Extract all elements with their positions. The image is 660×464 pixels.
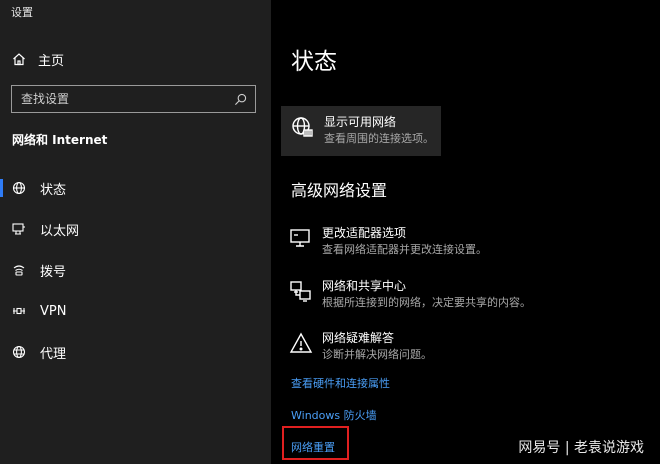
warning-icon [289, 331, 313, 359]
windows-firewall-link[interactable]: Windows 防火墙 [291, 407, 377, 423]
globe-status-icon [12, 181, 26, 195]
option-desc: 根据所连接到的网络，决定要共享的内容。 [322, 296, 531, 309]
highlight-box [282, 426, 349, 460]
vpn-icon [12, 304, 26, 318]
network-sharing-center[interactable]: 网络和共享中心 根据所连接到的网络，决定要共享的内容。 [289, 279, 531, 310]
proxy-globe-icon [12, 345, 26, 359]
sidebar-item-dialup[interactable]: 拨号 [0, 256, 271, 284]
watermark: 网易号 | 老袁说游戏 [518, 440, 644, 456]
globe-network-icon [290, 115, 314, 143]
sidebar-item-label: 以太网 [40, 223, 80, 239]
page-title: 状态 [291, 49, 337, 75]
sidebar: 设置 主页 网络和 Internet 状态 [0, 0, 271, 464]
home-label: 主页 [38, 53, 65, 69]
show-networks-title: 显示可用网络 [324, 115, 397, 129]
option-desc: 诊断并解决网络问题。 [322, 348, 432, 361]
option-title: 网络和共享中心 [322, 279, 407, 293]
hardware-properties-link[interactable]: 查看硬件和连接属性 [291, 375, 390, 391]
section-label: 网络和 Internet [12, 133, 108, 147]
sidebar-item-label: 拨号 [40, 264, 67, 280]
sharing-center-icon [289, 279, 313, 307]
option-desc: 查看网络适配器并更改连接设置。 [322, 243, 487, 256]
sidebar-item-proxy[interactable]: 代理 [0, 338, 271, 366]
sidebar-item-status[interactable]: 状态 [0, 174, 271, 202]
search-icon[interactable] [234, 93, 247, 106]
option-title: 网络疑难解答 [322, 331, 395, 345]
search-box[interactable] [11, 85, 256, 113]
search-input[interactable] [21, 92, 234, 106]
sidebar-item-vpn[interactable]: VPN [0, 297, 271, 325]
advanced-heading: 高级网络设置 [291, 181, 388, 200]
dialup-icon [12, 263, 26, 277]
sidebar-item-ethernet[interactable]: 以太网 [0, 215, 271, 243]
option-title: 更改适配器选项 [322, 226, 407, 240]
ethernet-icon [12, 222, 26, 236]
network-troubleshooter[interactable]: 网络疑难解答 诊断并解决网络问题。 [289, 331, 432, 362]
sidebar-item-label: 代理 [40, 346, 67, 362]
home-nav-item[interactable]: 主页 [12, 49, 64, 69]
monitor-adapter-icon [289, 226, 313, 254]
home-icon [12, 52, 26, 66]
show-networks-desc: 查看周围的连接选项。 [324, 132, 434, 145]
main-panel: 状态 显示可用网络 查看周围的连接选项。 高级网络设置 更改适配器选项 查看网络… [271, 0, 660, 464]
sidebar-item-label: 状态 [40, 182, 67, 198]
change-adapter-options[interactable]: 更改适配器选项 查看网络适配器并更改连接设置。 [289, 226, 487, 257]
sidebar-item-label: VPN [40, 303, 67, 319]
show-networks-card[interactable]: 显示可用网络 查看周围的连接选项。 [281, 106, 441, 156]
app-title: 设置 [11, 6, 33, 19]
